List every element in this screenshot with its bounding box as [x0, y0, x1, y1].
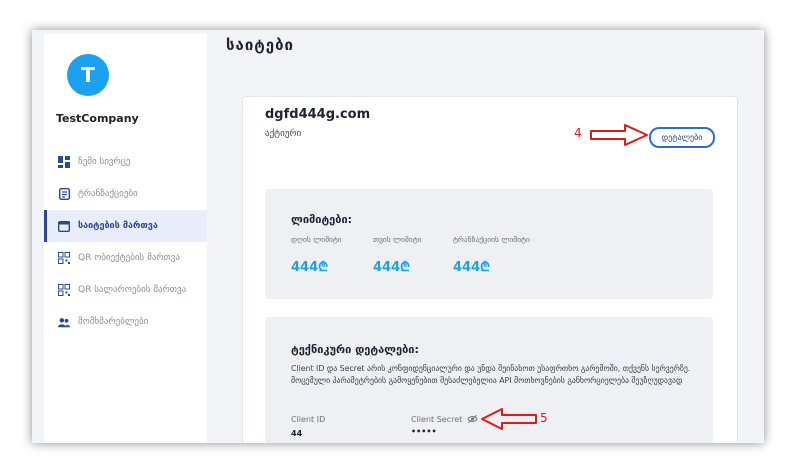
sidebar-item-transactions[interactable]: ტრანზაქციები — [44, 178, 207, 210]
sidebar-item-label: ტრანზაქციები — [78, 189, 138, 199]
sidebar-item-sites[interactable]: საიტების მართვა — [44, 210, 207, 242]
annotation-number-4: 4 — [574, 126, 582, 140]
document-icon — [58, 188, 70, 200]
limits-panel: ლიმიტები: დღის ლიმიტი 444₾ თვის ლიმიტი 4… — [265, 189, 713, 299]
company-name: TestCompany — [56, 112, 139, 125]
client-secret-value: ••••• — [411, 427, 437, 436]
site-domain: dgfd444g.com — [265, 107, 371, 122]
technical-title: ტექნიკური დეტალები: — [291, 343, 419, 356]
qr-code-icon — [58, 284, 70, 296]
transaction-limit-value: 444₾ — [453, 260, 491, 275]
lari-icon: ₾ — [400, 260, 411, 275]
monthly-limit-value: 444₾ — [373, 260, 411, 275]
client-id-value: 44 — [291, 429, 303, 438]
dashboard-icon — [58, 156, 70, 168]
avatar[interactable]: T — [67, 54, 109, 96]
sidebar-item-label: ჩემი სივრცე — [78, 157, 131, 167]
sidebar: T TestCompany ჩემი სივრცე ტრანზაქციები ს… — [44, 34, 207, 443]
annotation-number-5: 5 — [540, 411, 548, 425]
annotation-arrow-icon — [590, 124, 648, 146]
site-card: dgfd444g.com აქტიური 4 დეტალები ლიმიტები… — [242, 96, 738, 443]
lari-icon: ₾ — [318, 260, 329, 275]
site-status: აქტიური — [265, 129, 302, 139]
client-secret-label: Client Secret — [411, 415, 463, 424]
sidebar-item-label: მომხმარებლები — [78, 317, 149, 327]
sidebar-item-label: საიტების მართვა — [78, 221, 158, 231]
daily-limit-value: 444₾ — [291, 260, 329, 275]
browser-window-icon — [58, 220, 70, 232]
qr-code-icon — [58, 252, 70, 264]
sidebar-item-label: QR სალაროების მართვა — [78, 285, 187, 295]
sidebar-item-users[interactable]: მომხმარებლები — [44, 306, 207, 338]
sidebar-item-label: QR ობიექტების მართვა — [78, 253, 180, 263]
limits-title: ლიმიტები: — [291, 213, 353, 226]
annotation-arrow-icon — [481, 408, 537, 430]
daily-limit-label: დღის ლიმიტი — [291, 235, 342, 244]
eye-off-icon[interactable] — [467, 414, 478, 424]
technical-description: Client ID და Secret არის კონფიდენციალური… — [291, 364, 691, 385]
sidebar-item-qr-registers[interactable]: QR სალაროების მართვა — [44, 274, 207, 306]
app-window: T TestCompany ჩემი სივრცე ტრანზაქციები ს… — [32, 30, 764, 443]
lari-icon: ₾ — [480, 260, 491, 275]
monthly-limit-label: თვის ლიმიტი — [373, 235, 422, 244]
sidebar-item-qr-objects[interactable]: QR ობიექტების მართვა — [44, 242, 207, 274]
transaction-limit-label: ტრანზაქციის ლიმიტი — [453, 235, 530, 244]
technical-panel: ტექნიკური დეტალები: Client ID და Secret … — [265, 317, 713, 443]
details-button[interactable]: დეტალები — [649, 127, 715, 148]
sidebar-item-dashboard[interactable]: ჩემი სივრცე — [44, 146, 207, 178]
users-icon — [58, 316, 70, 328]
client-id-label: Client ID — [291, 415, 326, 424]
page-title: საიტები — [226, 36, 295, 54]
